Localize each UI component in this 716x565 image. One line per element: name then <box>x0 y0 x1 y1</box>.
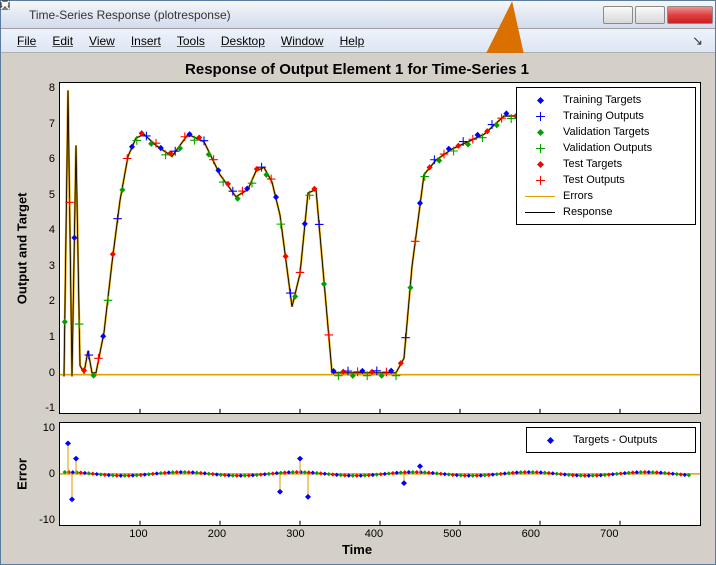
legend-row: Response <box>525 204 687 220</box>
xtick: 500 <box>443 528 461 540</box>
diamond-icon <box>536 160 543 167</box>
chart-title: Response of Output Element 1 for Time-Se… <box>13 61 701 78</box>
bottom-yticks: 10 0 -10 <box>31 422 59 526</box>
window-controls <box>601 6 713 24</box>
legend-row: Training Targets <box>525 92 687 108</box>
bottom-plot-row: Error 10 0 -10 Targets - Outputs <box>13 422 701 526</box>
legend-row: Test Targets <box>525 156 687 172</box>
xtick: 100 <box>129 528 147 540</box>
ytick: -10 <box>39 514 55 526</box>
ytick: 0 <box>49 468 55 480</box>
line-icon <box>525 196 555 197</box>
legend-label: Errors <box>563 188 593 205</box>
xticks-row: 0 100 200 300 400 500 600 700 800 <box>13 528 701 540</box>
app-window: Time-Series Response (plotresponse) File… <box>0 0 716 565</box>
ytick: 0 <box>49 367 55 379</box>
legend-label: Targets - Outputs <box>573 432 657 449</box>
legend-row: Training Outputs <box>525 108 687 124</box>
legend-label: Training Targets <box>563 92 641 109</box>
ytick: -1 <box>45 402 55 414</box>
close-button[interactable] <box>667 6 713 24</box>
bottom-ylabel: Error <box>13 422 31 526</box>
xtick: 700 <box>600 528 618 540</box>
top-ylabel: Output and Target <box>13 82 31 414</box>
legend-label: Validation Targets <box>563 124 649 141</box>
legend-label: Test Outputs <box>563 172 625 189</box>
xtick: 600 <box>522 528 540 540</box>
top-plot-row: Output and Target 8 7 6 5 4 3 2 1 0 -1 <box>13 82 701 414</box>
ytick: 6 <box>49 153 55 165</box>
ytick: 5 <box>49 189 55 201</box>
legend-label: Test Targets <box>563 156 622 173</box>
plus-icon <box>536 144 545 153</box>
xtick: 400 <box>365 528 383 540</box>
ytick: 10 <box>43 422 55 434</box>
top-legend[interactable]: Training Targets Training Outputs Valida… <box>516 87 696 225</box>
xlabel: Time <box>13 542 701 557</box>
top-axes[interactable]: Training Targets Training Outputs Valida… <box>59 82 701 414</box>
top-yticks: 8 7 6 5 4 3 2 1 0 -1 <box>31 82 59 414</box>
legend-row: Validation Outputs <box>525 140 687 156</box>
legend-label: Response <box>563 204 613 221</box>
bottom-legend[interactable]: Targets - Outputs <box>526 427 696 453</box>
diamond-icon <box>546 437 553 444</box>
ytick: 4 <box>49 224 55 236</box>
xticks: 0 100 200 300 400 500 600 700 800 <box>59 528 701 540</box>
legend-row: Test Outputs <box>525 172 687 188</box>
ytick: 3 <box>49 260 55 272</box>
ytick: 8 <box>49 82 55 94</box>
titlebar[interactable]: Time-Series Response (plotresponse) <box>1 1 715 29</box>
bottom-axes[interactable]: Targets - Outputs <box>59 422 701 526</box>
plus-icon <box>536 112 545 121</box>
line-icon <box>525 212 555 213</box>
xtick: 200 <box>208 528 226 540</box>
legend-label: Validation Outputs <box>563 140 652 157</box>
legend-label: Training Outputs <box>563 108 644 125</box>
legend-row: Targets - Outputs <box>535 432 687 448</box>
legend-row: Errors <box>525 188 687 204</box>
ytick: 1 <box>49 331 55 343</box>
legend-row: Validation Targets <box>525 124 687 140</box>
ytick: 2 <box>49 295 55 307</box>
xtick: 300 <box>286 528 304 540</box>
diamond-icon <box>536 128 543 135</box>
ytick: 7 <box>49 118 55 130</box>
plus-icon <box>536 176 545 185</box>
diamond-icon <box>536 96 543 103</box>
figure-area: Response of Output Element 1 for Time-Se… <box>1 53 715 564</box>
